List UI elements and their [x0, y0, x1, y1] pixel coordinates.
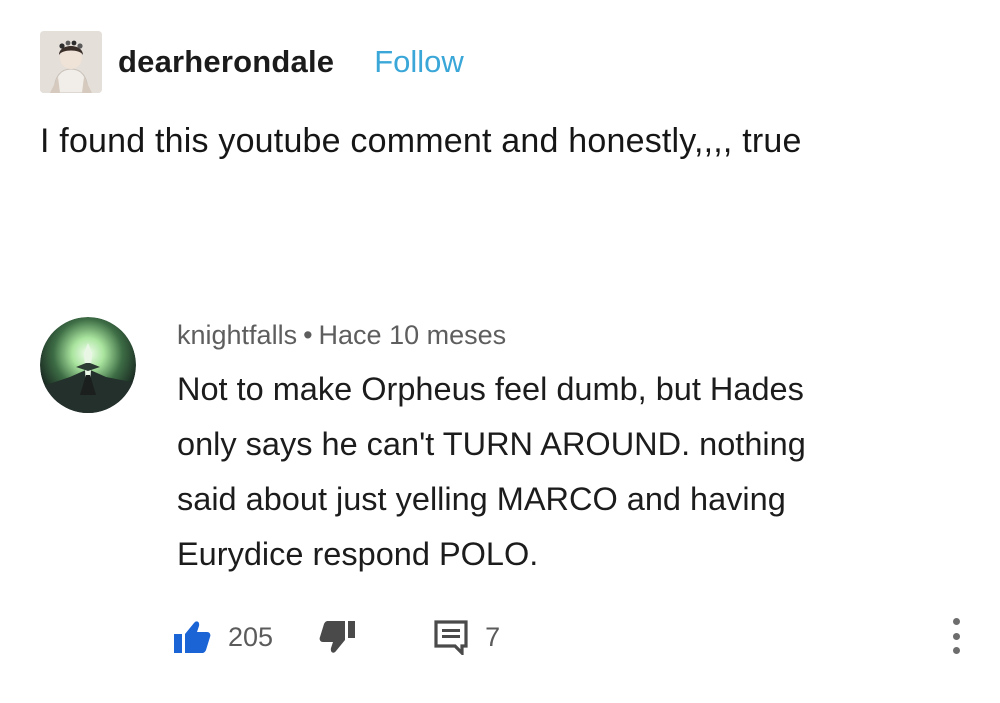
commenter-avatar[interactable] [40, 317, 136, 413]
comment-timestamp[interactable]: Hace 10 meses [319, 320, 507, 350]
reply-action: 7 [358, 617, 500, 657]
like-action: 205 [172, 617, 273, 657]
comment-author[interactable]: knightfalls [177, 320, 297, 350]
post-header: dearherondale Follow [40, 30, 464, 94]
comment-line: Not to make Orpheus feel dumb, but Hades [177, 371, 804, 407]
thumbs-up-icon [174, 621, 211, 653]
more-dot [952, 632, 960, 640]
avatar-image [40, 317, 136, 413]
comment-icon [434, 620, 468, 655]
username[interactable]: dearherondale [118, 44, 334, 80]
comment-line: only says he can't TURN AROUND. nothing [177, 426, 806, 462]
more-dot [952, 647, 960, 654]
comment-line: Eurydice respond POLO. [177, 536, 539, 572]
comment-actions: 205 7 [172, 617, 500, 657]
post-caption: I found this youtube comment and honestl… [40, 122, 802, 160]
comment-meta: knightfalls • Hace 10 meses [177, 320, 506, 351]
user-avatar[interactable] [40, 31, 102, 93]
reply-count: 7 [485, 621, 501, 652]
dislike-button[interactable] [318, 617, 358, 657]
comment-text: Not to make Orpheus feel dumb, but Hades… [177, 362, 937, 582]
reply-button[interactable] [433, 617, 473, 657]
comment-line: said about just yelling MARCO and having [177, 481, 786, 517]
more-dot [952, 618, 960, 625]
meta-separator: • [303, 320, 313, 350]
like-button[interactable] [172, 617, 216, 657]
avatar-image [40, 31, 102, 93]
like-count: 205 [228, 621, 274, 652]
thumbs-down-icon [319, 621, 356, 653]
follow-button[interactable]: Follow [374, 44, 464, 80]
more-vertical-icon[interactable] [944, 612, 968, 660]
